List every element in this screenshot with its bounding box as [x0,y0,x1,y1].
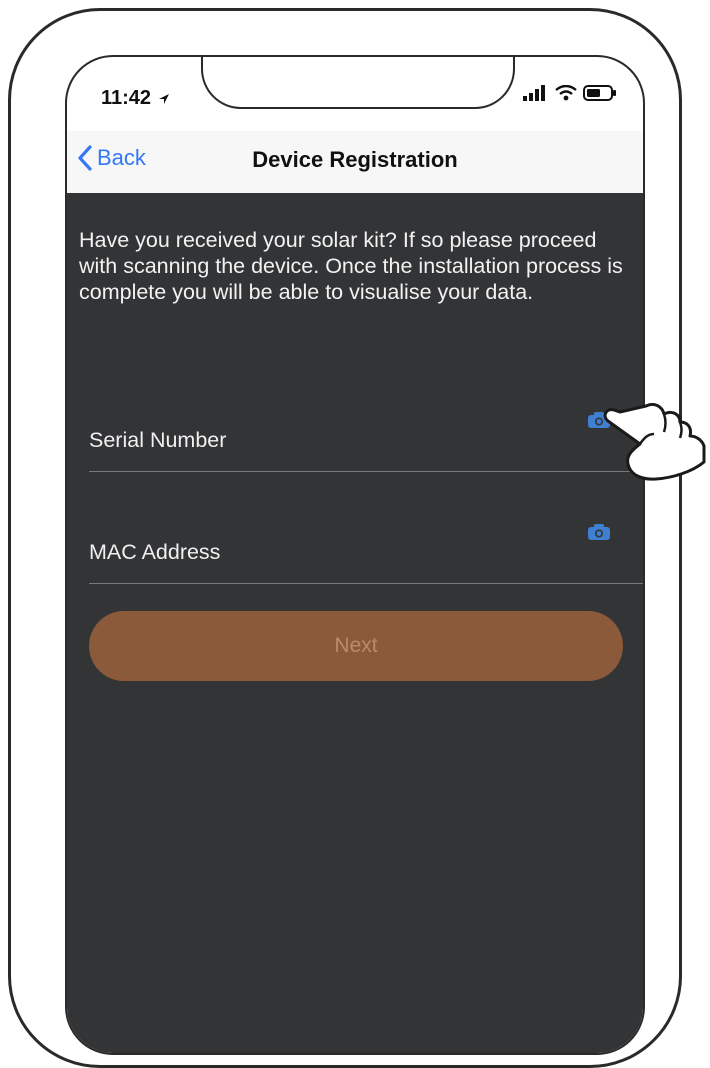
signal-icon [523,85,545,101]
page-title: Device Registration [252,147,458,172]
wifi-icon [555,85,577,101]
phone-screen: 11:42 Back Device Registration Have you … [65,55,645,1055]
navigation-bar: Back Device Registration [67,131,643,193]
battery-icon [583,85,616,101]
notch [201,57,515,109]
registration-content: Have you received your solar kit? If so … [67,193,643,1053]
serial-number-field[interactable]: Serial Number [89,411,643,472]
phone-frame: 11:42 Back Device Registration Have you … [8,8,682,1068]
status-time: 11:42 [101,87,171,110]
camera-icon[interactable] [587,523,611,541]
location-arrow-icon [158,93,169,104]
mac-address-label: MAC Address [89,540,221,564]
pointing-hand-icon [603,402,706,481]
intro-text: Have you received your solar kit? If so … [79,228,623,304]
status-icons [523,85,617,101]
serial-number-label: Serial Number [89,428,227,452]
mac-address-field[interactable]: MAC Address [89,523,643,584]
next-button[interactable]: Next [89,611,623,681]
